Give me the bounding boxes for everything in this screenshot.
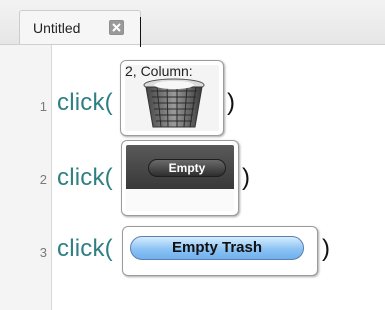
tab-bar: Untitled bbox=[0, 0, 385, 47]
tab-untitled[interactable]: Untitled bbox=[19, 10, 141, 47]
close-paren: ) bbox=[227, 89, 236, 116]
line-number: 3 bbox=[39, 245, 47, 260]
empty-button: Empty bbox=[148, 159, 226, 177]
thumbnail-toolbar: Empty bbox=[126, 145, 234, 189]
code-line-3[interactable]: click( bbox=[57, 235, 113, 263]
tab-title: Untitled bbox=[33, 20, 81, 36]
screenshot-thumbnail-empty-trash[interactable]: Empty Trash bbox=[122, 226, 318, 276]
function-name: click( bbox=[57, 89, 113, 116]
code-line-1[interactable]: click( bbox=[57, 89, 113, 117]
function-name: click( bbox=[57, 235, 113, 262]
empty-trash-button: Empty Trash bbox=[130, 236, 304, 260]
close-paren: ) bbox=[322, 235, 331, 262]
thumbnail-background bbox=[126, 189, 234, 211]
code-line-2[interactable]: click( bbox=[57, 164, 113, 192]
line-number: 1 bbox=[39, 99, 47, 114]
line-number-gutter: 1 2 3 bbox=[0, 45, 52, 310]
function-name: click( bbox=[57, 164, 113, 191]
line-number: 2 bbox=[39, 172, 47, 187]
screenshot-thumbnail-trash[interactable]: 2, Column: bbox=[120, 60, 224, 136]
tab-divider bbox=[140, 17, 141, 47]
close-icon[interactable] bbox=[109, 20, 124, 35]
screenshot-thumbnail-empty-dark[interactable]: Empty bbox=[121, 140, 239, 216]
close-paren: ) bbox=[242, 164, 251, 191]
trash-can-icon bbox=[137, 77, 211, 131]
